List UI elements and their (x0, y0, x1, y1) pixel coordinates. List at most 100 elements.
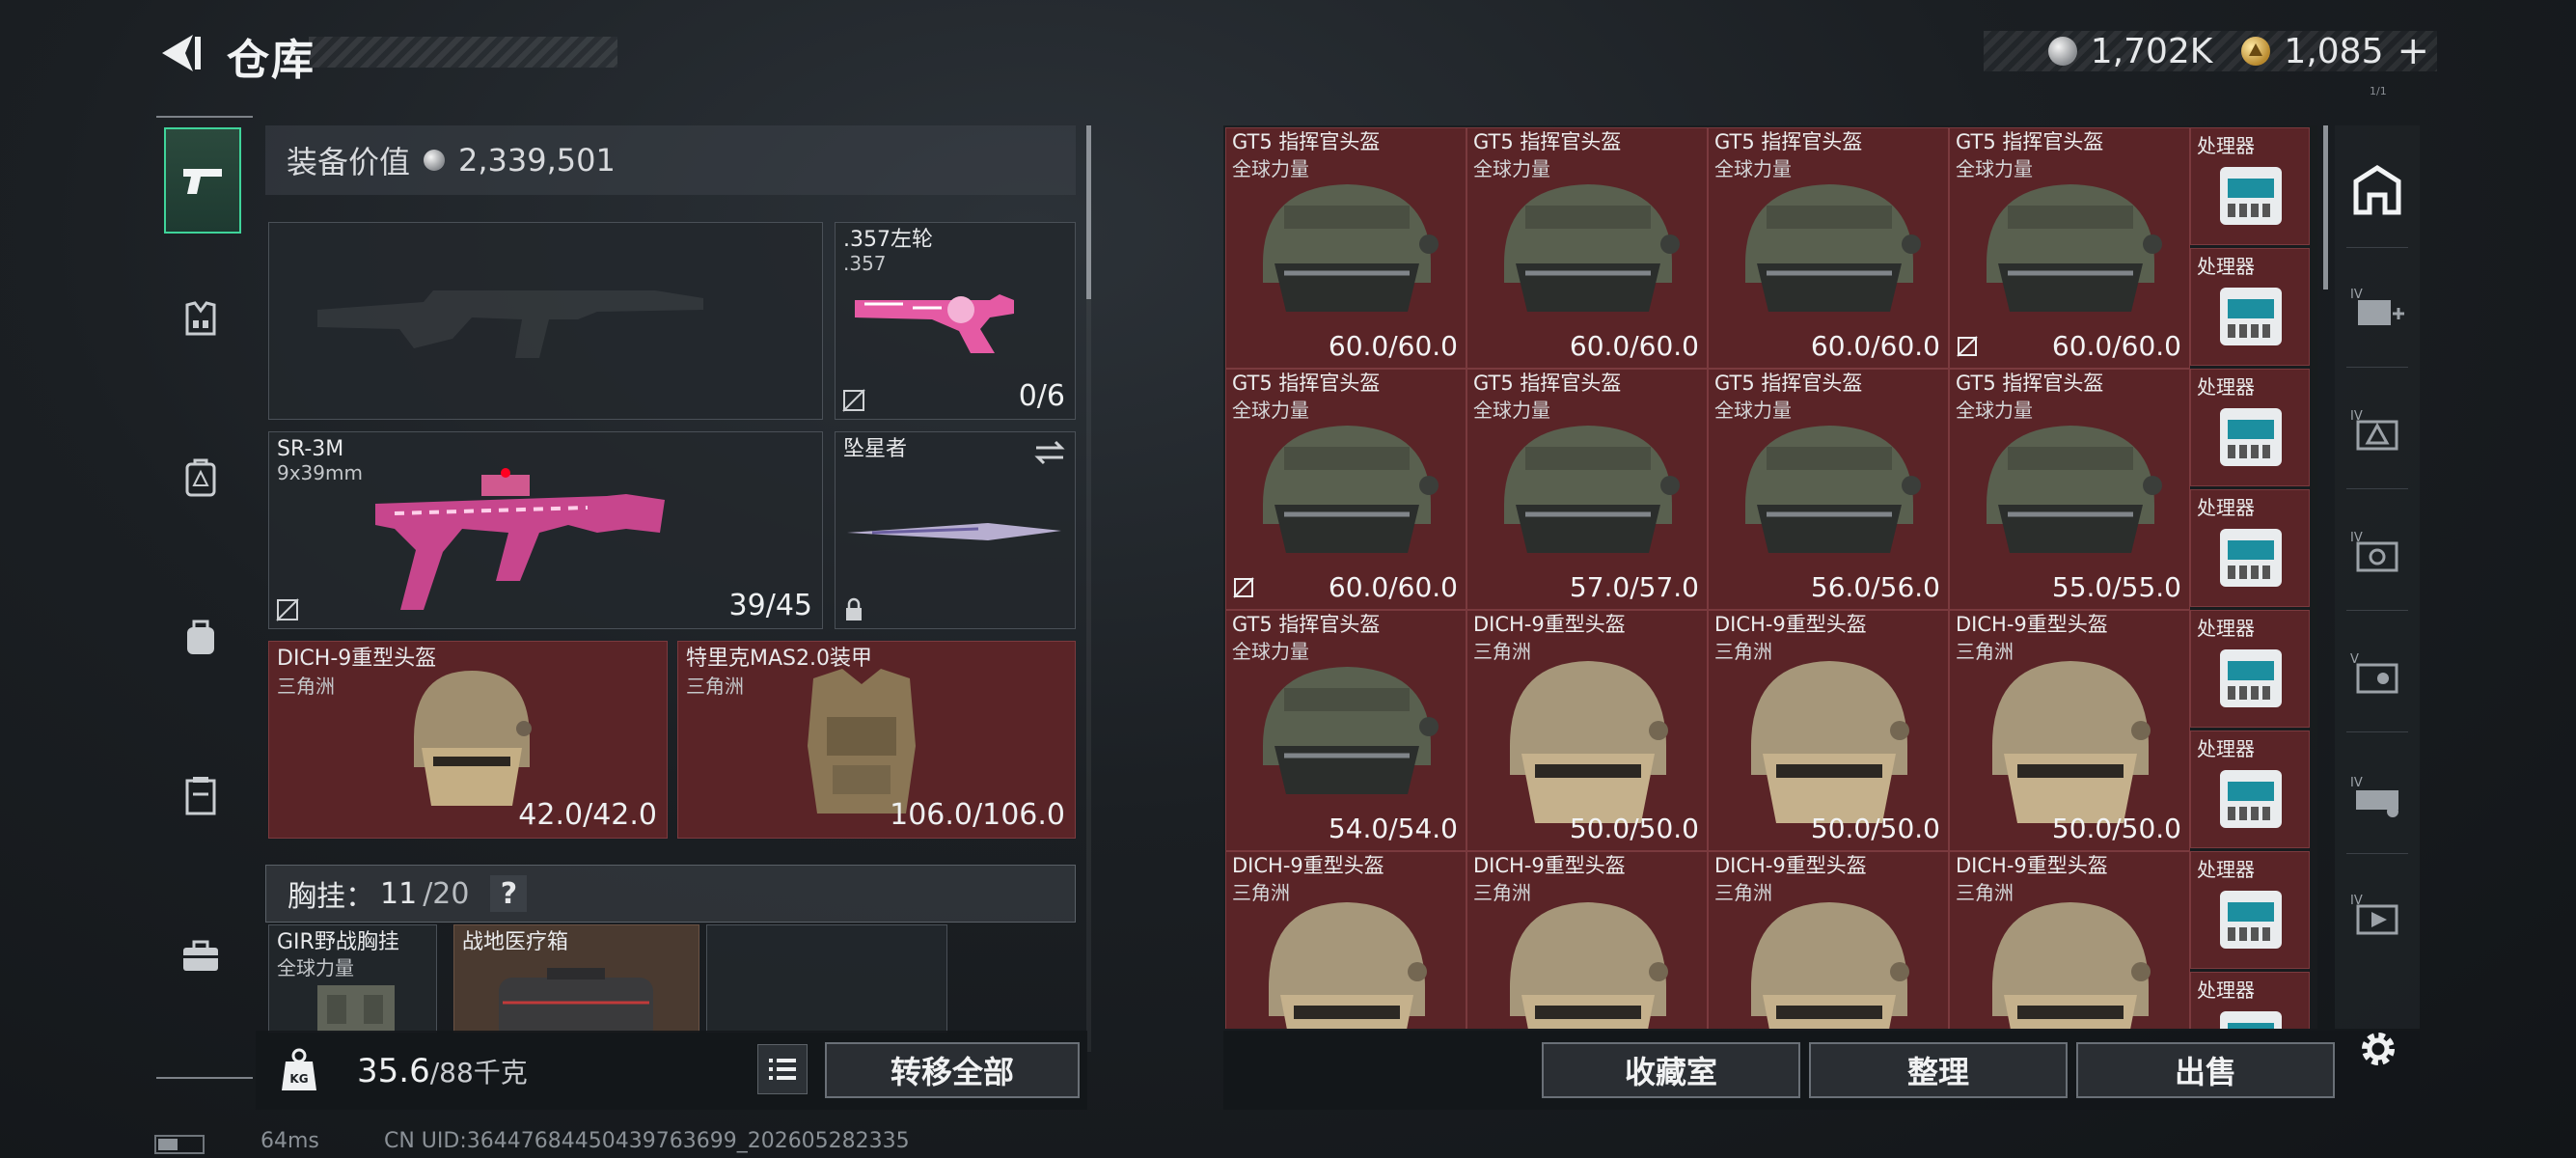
commander-helmet-icon (1504, 426, 1680, 553)
storage-item-durability: 55.0/55.0 (2051, 571, 2181, 603)
storage-item-durability: 56.0/56.0 (1810, 571, 1940, 603)
list-view-button[interactable] (757, 1044, 808, 1094)
sidearm-ammo-count: 0/6 (1018, 379, 1065, 413)
sidearm-slot[interactable]: .357左轮 .357 0/6 (835, 222, 1076, 420)
storage-item-origin: 全球力量 (1956, 157, 2033, 180)
swap-icon[interactable] (1034, 440, 1065, 465)
settings-button[interactable] (2354, 1025, 2402, 1073)
carry-weight: 35.6/88千克 (357, 1052, 528, 1090)
storage-item[interactable]: DICH-9重型头盔 三角洲 50.0/50.0 (1708, 610, 1949, 851)
help-button[interactable]: ? (490, 875, 528, 912)
storage-item-name: DICH-9重型头盔 (1473, 854, 1626, 877)
commander-helmet-icon (1745, 184, 1921, 312)
storage-item-name: GT5 指挥官头盔 (1232, 130, 1381, 153)
organize-button[interactable]: 整理 (1809, 1042, 2068, 1098)
storage-item-origin: 三角洲 (1232, 881, 1290, 904)
storage-item[interactable]: DICH-9重型头盔 三角洲 (1708, 851, 1949, 1029)
processor-item[interactable]: 处理器 (2190, 489, 2310, 607)
processor-item[interactable]: 处理器 (2190, 127, 2310, 245)
svg-text:KG: KG (289, 1072, 308, 1086)
chest-rig-item-slot[interactable]: GIR野战胸挂 全球力量 (268, 924, 437, 1033)
processor-item[interactable]: 处理器 (2190, 369, 2310, 486)
storage-item[interactable]: GT5 指挥官头盔 全球力量 60.0/60.0 (1225, 127, 1466, 369)
melee-slot[interactable]: 坠星者 (835, 431, 1076, 629)
filter-misc[interactable]: IV (2343, 880, 2412, 950)
storage-item-durability: 54.0/54.0 (1328, 813, 1458, 844)
storage-item-origin: 全球力量 (1714, 157, 1792, 180)
storage-item[interactable]: GT5 指挥官头盔 全球力量 57.0/57.0 (1466, 369, 1708, 610)
helmet-durability: 42.0/42.0 (518, 798, 657, 832)
armor-durability: 106.0/106.0 (890, 798, 1065, 832)
storage-item[interactable]: DICH-9重型头盔 三角洲 50.0/50.0 (1949, 610, 2190, 851)
filter-ammo[interactable]: IV (2343, 762, 2412, 832)
chest-rig-label: 胸挂： (288, 880, 374, 914)
storage-item-name: GT5 指挥官头盔 (1714, 372, 1863, 395)
svg-text:IV: IV (2350, 288, 2363, 302)
transfer-all-button[interactable]: 转移全部 (825, 1042, 1080, 1098)
category-weapons[interactable] (164, 127, 241, 234)
category-bag[interactable] (162, 598, 239, 676)
filter-tools[interactable]: IV (2343, 517, 2412, 587)
storage-item-durability: 57.0/57.0 (1569, 571, 1699, 603)
category-backpack[interactable] (162, 439, 239, 516)
sell-button[interactable]: 出售 (2076, 1042, 2335, 1098)
storage-item-origin: 三角洲 (1473, 640, 1531, 663)
filter-all[interactable] (2343, 154, 2412, 224)
storage-item[interactable]: GT5 指挥官头盔 全球力量 60.0/60.0 (1708, 127, 1949, 369)
storage-item[interactable]: GT5 指挥官头盔 全球力量 55.0/55.0 (1949, 369, 2190, 610)
misc-filter-icon: IV (2350, 894, 2398, 935)
storage-item[interactable]: DICH-9重型头盔 三角洲 (1225, 851, 1466, 1029)
title-decoration (309, 37, 617, 68)
storage-item[interactable]: DICH-9重型头盔 三角洲 (1949, 851, 2190, 1029)
chest-rig-header: 胸挂： 11 /20 ? (265, 865, 1076, 923)
collection-room-button[interactable]: 收藏室 (1542, 1042, 1800, 1098)
storage-item[interactable]: DICH-9重型头盔 三角洲 (1466, 851, 1708, 1029)
carry-weight-current: 35.6 (357, 1052, 430, 1090)
category-chest-rig[interactable] (162, 280, 239, 357)
equipment-scrollbar[interactable] (1086, 125, 1091, 299)
processor-item[interactable]: 处理器 (2190, 610, 2310, 728)
filter-electronics[interactable]: V (2343, 639, 2412, 708)
storage-item-name: DICH-9重型头盔 (1473, 613, 1626, 636)
medkit-slot[interactable]: 战地医疗箱 (453, 924, 699, 1033)
category-toolbox[interactable] (162, 917, 239, 994)
storage-item[interactable]: GT5 指挥官头盔 全球力量 60.0/60.0 (1949, 127, 2190, 369)
carry-weight-capacity: /88千克 (429, 1057, 528, 1089)
processor-item[interactable]: 处理器 (2190, 851, 2310, 969)
heavy-helmet-icon (1269, 902, 1427, 1029)
processor-item[interactable]: 处理器 (2190, 731, 2310, 848)
gear-filter-icon: IV (2350, 409, 2398, 451)
processor-name: 处理器 (2197, 255, 2255, 278)
storage-item-origin: 三角洲 (1714, 640, 1772, 663)
processor-item[interactable]: 处理器 (2190, 248, 2310, 366)
armor-slot[interactable]: 特里克MAS2.0装甲 三角洲 106.0/106.0 (677, 641, 1076, 839)
back-button[interactable] (154, 29, 203, 77)
storage-item-name: GT5 指挥官头盔 (1956, 130, 2104, 153)
helmet-slot[interactable]: DICH-9重型头盔 三角洲 42.0/42.0 (268, 641, 668, 839)
chest-rig-item-name: GIR野战胸挂 (277, 930, 399, 954)
storage-item-name: GT5 指挥官头盔 (1232, 613, 1381, 636)
storage-item[interactable]: DICH-9重型头盔 三角洲 50.0/50.0 (1466, 610, 1708, 851)
storage-item[interactable]: GT5 指挥官头盔 全球力量 54.0/54.0 (1225, 610, 1466, 851)
secondary-weapon-slot[interactable]: SR-3M 9x39mm 39/45 (268, 431, 823, 629)
storage-item[interactable]: GT5 指挥官头盔 全球力量 56.0/56.0 (1708, 369, 1949, 610)
storage-item-durability: 50.0/50.0 (1810, 813, 1940, 844)
storage-item[interactable]: GT5 指挥官头盔 全球力量 60.0/60.0 (1225, 369, 1466, 610)
storage-item-name: GT5 指挥官头盔 (1473, 130, 1622, 153)
storage-item-name: GT5 指挥官头盔 (1714, 130, 1863, 153)
vest-icon (185, 301, 216, 336)
add-currency-button[interactable]: + (2397, 29, 2429, 73)
primary-weapon-slot[interactable] (268, 222, 823, 420)
storage-item[interactable]: GT5 指挥官头盔 全球力量 60.0/60.0 (1466, 127, 1708, 369)
filter-gear[interactable]: IV (2343, 396, 2412, 465)
filter-medical[interactable]: IV (2343, 274, 2412, 344)
storage-scrollbar[interactable] (2323, 125, 2328, 290)
storage-item-name: DICH-9重型头盔 (1232, 854, 1384, 877)
processor-item[interactable]: 处理器 (2190, 972, 2310, 1029)
page-indicator: 1/1 (2370, 85, 2387, 97)
empty-chest-slot[interactable] (706, 924, 947, 1033)
category-case[interactable] (162, 758, 239, 835)
commander-helmet-icon (1745, 426, 1921, 553)
storage-item-origin: 全球力量 (1473, 399, 1550, 422)
filter-divider (2346, 853, 2408, 854)
